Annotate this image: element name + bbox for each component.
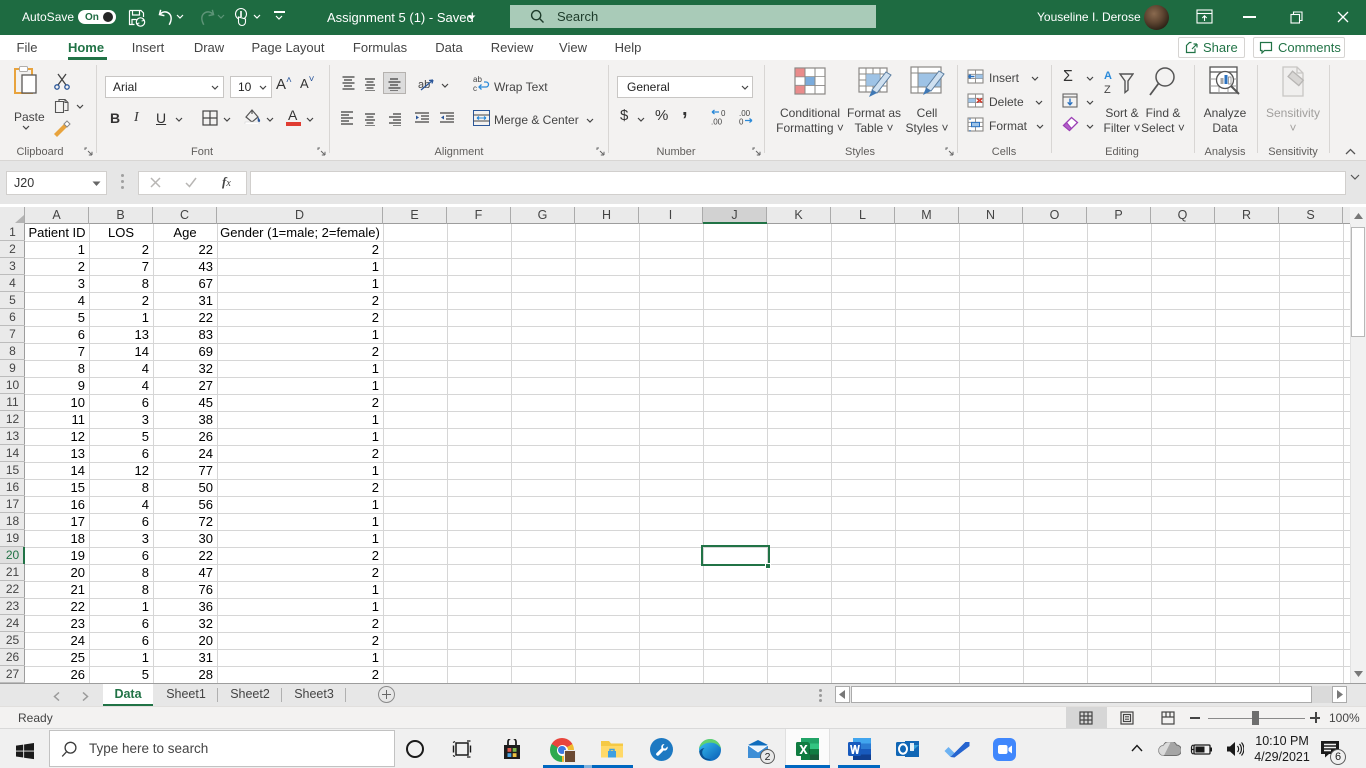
svg-text:c: c [473,84,477,92]
svg-text:ab: ab [473,75,482,84]
svg-text:Z: Z [1104,84,1111,96]
svg-text:0: 0 [739,118,744,126]
svg-text:ab: ab [418,79,430,91]
svg-text:A: A [1104,70,1112,82]
svg-text:.00: .00 [711,118,723,126]
